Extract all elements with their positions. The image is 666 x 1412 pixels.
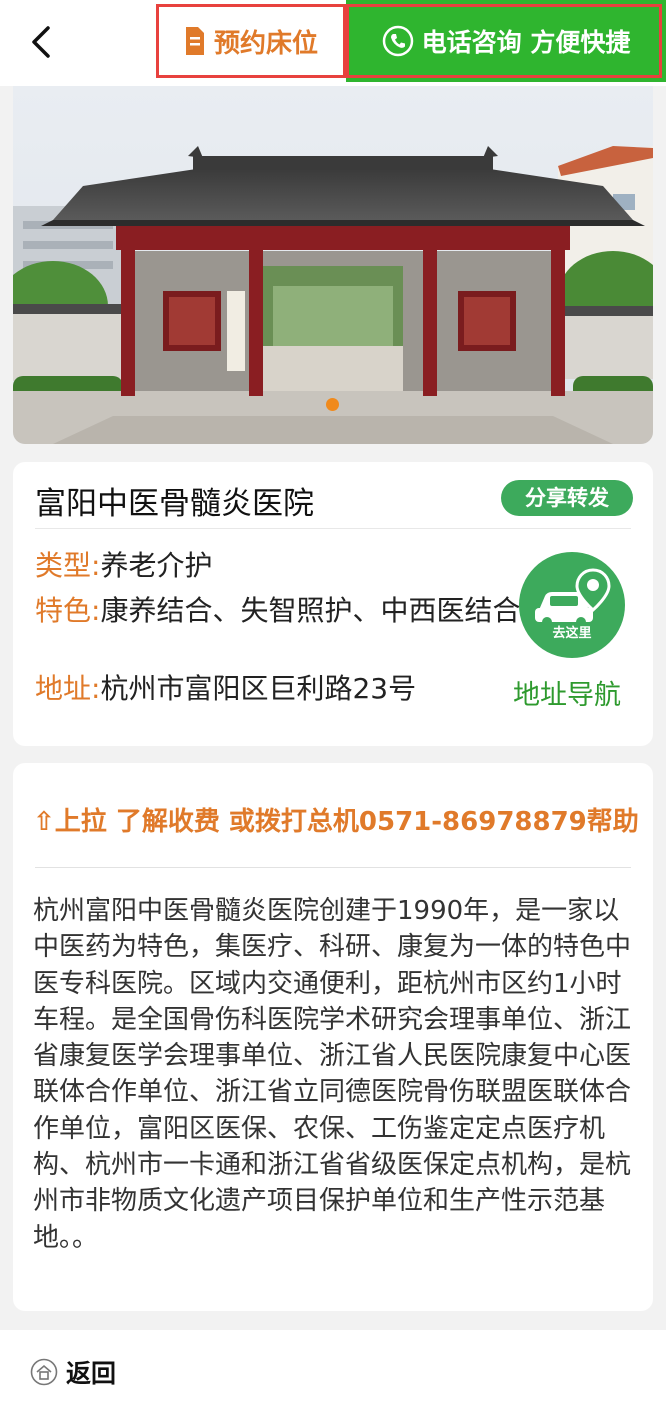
share-button[interactable]: 分享转发 — [501, 480, 633, 516]
home-label: 返回 — [66, 1359, 117, 1388]
type-value: 养老介护 — [100, 549, 213, 582]
nav-icon-label: 去这里 — [552, 626, 592, 641]
description-text: 杭州富阳中医骨髓炎医院创建于1990年，是一家以中医药为特色，集医疗、科研、康复… — [33, 896, 632, 1253]
carousel-indicator-dot[interactable] — [326, 398, 339, 411]
feature-label: 特色: — [35, 594, 101, 627]
bottom-action-bar: 返回 — [0, 1330, 666, 1412]
document-icon — [185, 27, 204, 55]
type-label: 类型: — [35, 549, 101, 582]
address-label: 地址: — [35, 672, 101, 705]
car-location-icon — [535, 568, 611, 627]
description-divider — [35, 867, 631, 868]
pull-up-tip[interactable]: ⇧上拉 了解收费 或拨打总机0571-86978879帮助 — [33, 801, 639, 838]
type-row: 类型:养老介护 — [35, 548, 505, 584]
institution-name: 富阳中医骨髓炎医院 — [35, 486, 314, 522]
phone-consult-highlight — [346, 4, 662, 78]
feature-row: 特色:康养结合、失智照护、中西医结合 — [35, 593, 525, 629]
reserve-bed-button[interactable]: 预约床位 — [156, 4, 346, 78]
reserve-bed-label: 预约床位 — [213, 28, 318, 59]
info-divider — [35, 528, 631, 529]
feature-value: 康养结合、失智照护、中西医结合 — [100, 594, 521, 627]
description-card: ⇧上拉 了解收费 或拨打总机0571-86978879帮助 杭州富阳中医骨髓炎医… — [13, 763, 653, 1311]
navigate-button[interactable]: 去这里 — [519, 552, 625, 658]
address-row: 地址:杭州市富阳区巨利路23号 — [35, 671, 515, 707]
address-value: 杭州市富阳区巨利路23号 — [100, 672, 417, 705]
banner-carousel[interactable] — [13, 86, 653, 444]
home-icon — [30, 1358, 58, 1386]
address-navigation-link[interactable]: 地址导航 — [513, 673, 621, 712]
institution-info-card: 富阳中医骨髓炎医院 分享转发 类型:养老介护 特色:康养结合、失智照护、中西医结… — [13, 462, 653, 746]
home-back-button[interactable]: 返回 — [30, 1354, 116, 1390]
gate-photo — [13, 86, 653, 444]
